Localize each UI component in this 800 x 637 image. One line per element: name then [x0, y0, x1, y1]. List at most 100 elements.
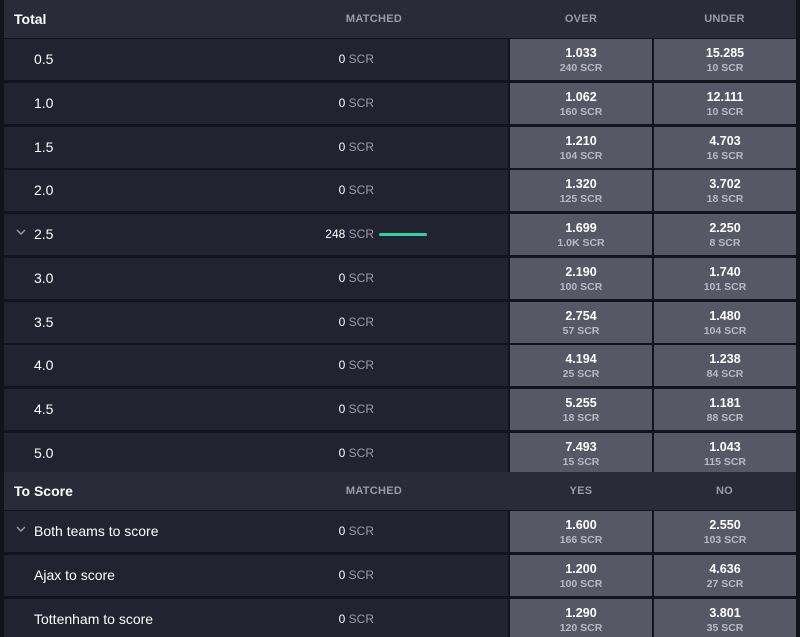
stake-amount: 16 SCR — [706, 149, 744, 162]
matched-amount: 0 SCR — [339, 402, 374, 416]
matched-unit: SCR — [348, 358, 374, 373]
selection-cell[interactable]: 3.5 0 SCR — [4, 301, 508, 343]
selection-label: 2.0 — [34, 182, 54, 199]
lay-odds-button[interactable]: 3.702 18 SCR — [654, 170, 796, 212]
matched-unit: SCR — [348, 183, 374, 198]
odds-value: 2.190 — [565, 264, 597, 279]
matched-value: 0 — [338, 52, 346, 66]
back-odds-button[interactable]: 1.290 120 SCR — [510, 598, 652, 637]
selection-cell[interactable]: Tottenham to score 0 SCR — [4, 598, 508, 637]
market-row[interactable]: Ajax to score 0 SCR 1.200 100 SCR 4.636 27 SC… — [4, 554, 796, 597]
lay-odds-button[interactable]: 12.111 10 SCR — [654, 82, 796, 124]
market-header: To Score MATCHED YES NO — [4, 472, 796, 510]
selection-cell[interactable]: 1.5 0 SCR — [4, 126, 508, 168]
stake-amount: 88 SCR — [706, 412, 744, 425]
back-odds-button[interactable]: 2.754 57 SCR — [510, 301, 652, 343]
matched-amount: 0 SCR — [339, 446, 374, 460]
selection-cell[interactable]: 4.5 0 SCR — [4, 389, 508, 431]
lay-odds-button[interactable]: 1.238 84 SCR — [654, 345, 796, 387]
market-row[interactable]: 3.5 0 SCR 2.754 57 SCR 1.480 104 SCR — [4, 301, 796, 344]
lay-odds-button[interactable]: 3.801 35 SCR — [654, 598, 796, 637]
matched-unit: SCR — [348, 139, 374, 154]
back-odds-button[interactable]: 1.062 160 SCR — [510, 82, 652, 124]
market-to-score: To Score MATCHED YES NO Both teams to sc… — [4, 472, 796, 637]
market-row[interactable]: 3.0 0 SCR 2.190 100 SCR 1.740 101 SCR — [4, 257, 796, 300]
odds-value: 1.740 — [709, 264, 741, 279]
back-odds-button[interactable]: 1.600 166 SCR — [510, 511, 652, 552]
matched-value: 248 — [325, 227, 346, 242]
market-row[interactable]: 2.5 248 SCR 1.699 1.0K SCR 2.250 8 SCR — [4, 214, 796, 256]
back-odds-button[interactable]: 1.699 1.0K SCR — [510, 214, 652, 256]
odds-value: 1.238 — [709, 352, 741, 367]
back-odds-button[interactable]: 5.255 18 SCR — [510, 389, 652, 431]
matched-value: 0 — [338, 139, 346, 154]
back-odds-button[interactable]: 7.493 15 SCR — [510, 433, 652, 475]
lay-odds-button[interactable]: 1.480 104 SCR — [654, 301, 796, 343]
back-odds-button[interactable]: 1.320 125 SCR — [510, 170, 652, 212]
chevron-down-icon[interactable] — [15, 226, 27, 238]
selection-cell[interactable]: 2.5 248 SCR — [4, 214, 508, 256]
selection-cell[interactable]: 2.0 0 SCR — [4, 170, 508, 212]
matched-unit: SCR — [348, 446, 374, 461]
matched-unit: SCR — [348, 567, 374, 582]
lay-odds-button[interactable]: 1.740 101 SCR — [654, 257, 796, 299]
lay-odds-button[interactable]: 4.703 16 SCR — [654, 126, 796, 168]
market-row[interactable]: 4.5 0 SCR 5.255 18 SCR 1.181 88 SCR — [4, 389, 796, 431]
matched-unit: SCR — [348, 270, 374, 285]
market-title: To Score — [14, 483, 73, 499]
chevron-down-icon[interactable] — [15, 523, 27, 535]
selection-label: 0.5 — [34, 51, 54, 67]
back-odds-button[interactable]: 2.190 100 SCR — [510, 257, 652, 299]
back-odds-button[interactable]: 1.200 100 SCR — [510, 554, 652, 596]
lay-odds-button[interactable]: 1.181 88 SCR — [654, 389, 796, 431]
back-odds-button[interactable]: 1.210 104 SCR — [510, 126, 652, 168]
lay-odds-button[interactable]: 2.550 103 SCR — [654, 511, 796, 552]
selection-cell[interactable]: 1.0 0 SCR — [4, 82, 508, 124]
market-row[interactable]: Tottenham to score 0 SCR 1.290 120 SCR 3.801… — [4, 598, 796, 637]
odds-value: 7.493 — [565, 440, 597, 455]
odds-value: 1.181 — [709, 396, 741, 411]
selection-label: 2.5 — [34, 226, 54, 243]
matched-value: 0 — [338, 314, 346, 329]
odds-value: 1.320 — [565, 177, 597, 192]
lay-odds-button[interactable]: 15.285 10 SCR — [654, 39, 796, 80]
odds-value: 2.754 — [565, 308, 597, 323]
lay-odds-button[interactable]: 2.250 8 SCR — [654, 214, 796, 256]
selection-cell[interactable]: 0.5 0 SCR — [4, 39, 508, 80]
back-odds-button[interactable]: 1.033 240 SCR — [510, 39, 652, 80]
odds-value: 1.699 — [565, 221, 597, 236]
matched-unit: SCR — [348, 314, 374, 329]
stake-amount: 1.0K SCR — [557, 237, 605, 250]
market-row[interactable]: 1.5 0 SCR 1.210 104 SCR 4.703 16 SCR — [4, 126, 796, 169]
matched-amount: 0 SCR — [339, 140, 374, 154]
selection-cell[interactable]: 5.0 0 SCR — [4, 433, 508, 475]
selection-cell[interactable]: Both teams to score 0 SCR — [4, 511, 508, 552]
matched-value: 0 — [338, 611, 346, 626]
odds-value: 1.062 — [565, 89, 597, 104]
stake-amount: 10 SCR — [706, 62, 744, 74]
matched-amount: 0 SCR — [339, 358, 374, 372]
market-total: Total MATCHED OVER UNDER 0.5 0 SCR 1.033 24… — [4, 0, 796, 476]
selection-cell[interactable]: 4.0 0 SCR — [4, 345, 508, 387]
market-row[interactable]: 5.0 0 SCR 7.493 15 SCR 1.043 115 SCR — [4, 433, 796, 475]
selection-cell[interactable]: 3.0 0 SCR — [4, 257, 508, 299]
market-row[interactable]: 0.5 0 SCR 1.033 240 SCR 15.285 10 SCR — [4, 39, 796, 81]
market-row[interactable]: Both teams to score 0 SCR 1.600 166 SCR 2.55… — [4, 511, 796, 553]
odds-value: 5.255 — [565, 396, 597, 411]
odds-value: 3.801 — [709, 605, 741, 620]
odds-value: 4.703 — [709, 133, 741, 148]
selection-cell[interactable]: Ajax to score 0 SCR — [4, 554, 508, 596]
market-rows: Both teams to score 0 SCR 1.600 166 SCR 2.55… — [4, 511, 796, 637]
matched-amount: 0 SCR — [339, 568, 374, 582]
odds-value: 4.636 — [709, 561, 741, 576]
lay-odds-button[interactable]: 1.043 115 SCR — [654, 433, 796, 475]
selection-label: 4.0 — [34, 357, 54, 374]
odds-value: 1.480 — [709, 308, 741, 323]
market-row[interactable]: 4.0 0 SCR 4.194 25 SCR 1.238 84 SCR — [4, 345, 796, 387]
market-row[interactable]: 1.0 0 SCR 1.062 160 SCR 12.111 10 SCR — [4, 82, 796, 125]
matched-unit: SCR — [348, 524, 374, 538]
market-row[interactable]: 2.0 0 SCR 1.320 125 SCR 3.702 18 SCR — [4, 170, 796, 212]
stake-amount: 27 SCR — [706, 577, 744, 590]
lay-odds-button[interactable]: 4.636 27 SCR — [654, 554, 796, 596]
back-odds-button[interactable]: 4.194 25 SCR — [510, 345, 652, 387]
